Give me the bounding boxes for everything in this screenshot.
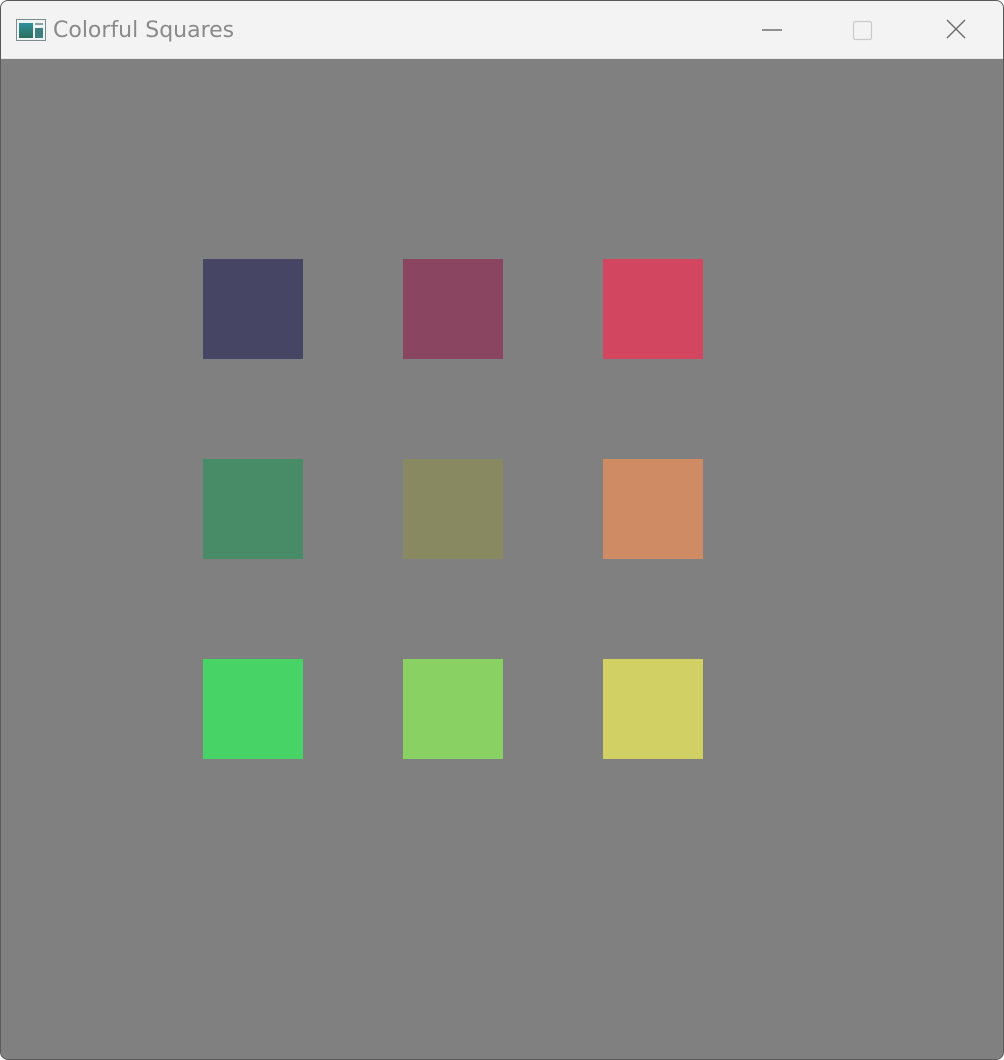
color-square-r2-c1 [203,459,303,559]
close-icon [946,19,966,39]
maximize-button[interactable] [818,1,910,58]
color-square-r1-c3 [603,259,703,359]
app-icon [16,19,46,41]
color-square-r3-c1 [203,659,303,759]
minimize-button[interactable] [726,1,818,58]
color-square-r1-c2 [403,259,503,359]
canvas-area [1,59,1003,1059]
title-bar[interactable]: Colorful Squares [1,1,1003,59]
color-square-r3-c2 [403,659,503,759]
color-square-r2-c2 [403,459,503,559]
window-title: Colorful Squares [53,18,235,43]
minimize-icon [762,29,782,31]
maximize-icon [852,20,873,41]
app-window: Colorful Squares [0,0,1004,1060]
color-square-r1-c1 [203,259,303,359]
color-square-r2-c3 [603,459,703,559]
color-square-r3-c3 [603,659,703,759]
close-button[interactable] [910,1,1002,58]
